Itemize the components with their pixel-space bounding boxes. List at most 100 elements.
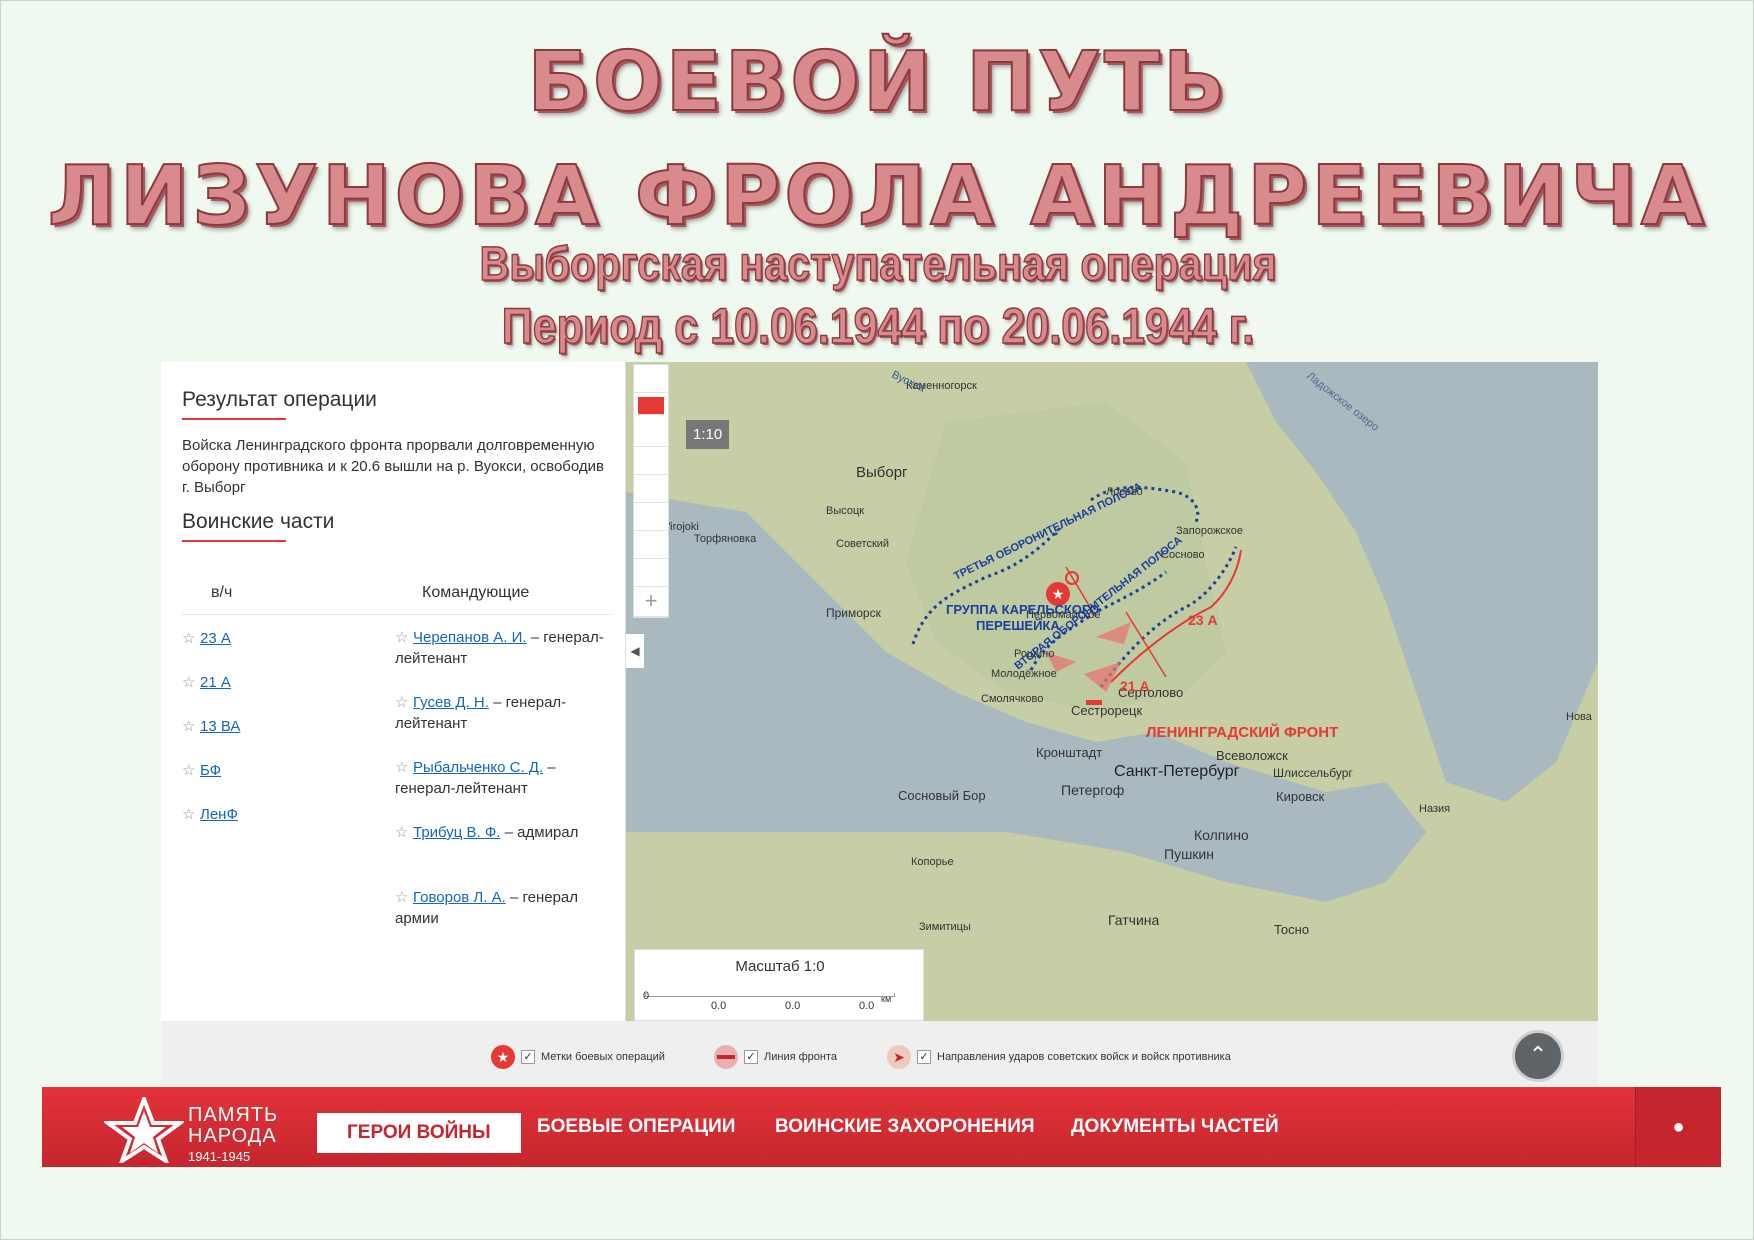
scale-unit: км [881,994,892,1004]
map-label: Тосно [1274,922,1309,937]
collapse-panel-button[interactable]: ◀ [626,634,644,668]
map-label: Запорожское [1176,525,1243,537]
toolbar-slot[interactable] [634,365,668,393]
map-label: Пушкин [1164,846,1214,862]
scale-tick: 0.0 [785,1000,801,1012]
favorite-star-icon[interactable]: ☆ [395,757,413,778]
commander-row: ☆ Гусев Д. Н. – генерал-лейтенант [395,692,567,732]
map-label: Сосновый Бор [898,788,986,803]
unit-link[interactable]: ЛенФ [200,806,238,823]
map-scale: Масштаб 1:0 0 0.0 0.0 0.0 км [634,949,924,1021]
map-label: Сестрорецк [1071,703,1142,718]
units-heading: Воинские части [182,510,334,542]
toolbar-slot[interactable] [634,419,668,447]
map-label: Нова [1566,711,1593,723]
favorite-star-icon[interactable]: ☆ [182,629,200,647]
commander-link[interactable]: Говоров Л. А. [413,889,506,906]
map-label: Гатчина [1108,912,1160,928]
unit-row: ☆ 13 ВА [182,717,240,735]
legend-checkbox[interactable]: ✓ [917,1050,931,1064]
map-label: Шлиссельбург [1273,766,1353,780]
commander-link[interactable]: Рыбальченко С. Д. [413,759,543,776]
scale-tick: 0.0 [711,1000,727,1012]
map-legend: ★ ✓ Метки боевых операций ✓ Линия фронта… [161,1021,1598,1085]
commander-link[interactable]: Трибуц В. Ф. [413,824,500,841]
legend-label: Метки боевых операций [541,1051,665,1063]
zoom-in-button[interactable]: + [634,587,668,617]
toolbar-slot[interactable] [634,475,668,503]
scale-label: Масштаб 1:0 [735,958,825,975]
map-label: ПЕРЕШЕЙКА [976,618,1060,633]
operation-map[interactable]: ★ Каменногорск Вуокса Ладожское озеро Вы… [626,362,1598,1021]
table-divider [182,614,612,615]
timeline-marker[interactable] [638,397,664,415]
map-label: Выборг [856,464,908,481]
nav-documents[interactable]: ДОКУМЕНТЫ ЧАСТЕЙ [1071,1087,1279,1167]
unit-row: ☆ 23 А [182,629,231,647]
page-title-line2: ЛИЗУНОВА ФРОЛА АНДРЕЕВИЧА [47,148,1709,245]
legend-front-line: ✓ Линия фронта [714,1045,837,1069]
favorite-star-icon[interactable]: ☆ [395,822,413,843]
operation-period: Период с 10.06.1944 по 20.06.1944 г. [501,297,1255,355]
toolbar-slot[interactable] [634,559,668,587]
unit-row: ☆ БФ [182,761,221,779]
map-label: Торфяновка [694,533,757,545]
unit-link[interactable]: 13 ВА [200,718,240,735]
commander-rank: адмирал [517,824,579,841]
map-label: Советский [836,538,889,550]
brand-line: НАРОДА [188,1125,277,1147]
legend-checkbox[interactable]: ✓ [521,1050,535,1064]
favorite-star-icon[interactable]: ☆ [395,887,413,908]
map-label: Всеволожск [1216,748,1288,763]
commander-link[interactable]: Гусев Д. Н. [413,694,489,711]
unit-row: ☆ 21 А [182,673,231,691]
map-label: Высоцк [826,505,864,517]
unit-link[interactable]: БФ [200,762,221,779]
nav-operations[interactable]: БОЕВЫЕ ОПЕРАЦИИ [537,1087,735,1167]
unit-link[interactable]: 23 А [200,630,231,647]
favorite-star-icon[interactable]: ☆ [182,761,200,779]
map-label: Колпино [1194,827,1249,843]
map-label: Санкт-Петербург [1114,763,1240,780]
map-toolbar: + [633,364,669,618]
nav-burials[interactable]: ВОИНСКИЕ ЗАХОРОНЕНИЯ [775,1087,1035,1167]
user-icon[interactable]: ● [1635,1087,1721,1167]
result-text: Войска Ленинградского фронта прорвали до… [182,437,604,496]
favorite-star-icon[interactable]: ☆ [395,692,413,713]
toolbar-slot[interactable] [634,531,668,559]
toolbar-slot[interactable] [634,503,668,531]
commander-link[interactable]: Черепанов А. И. [413,629,527,646]
front-line-icon [714,1045,738,1069]
map-label: Петергоф [1061,782,1124,798]
legend-directions: ➤ ✓ Направления ударов советских войск и… [887,1045,1231,1069]
operation-name: Выборгская наступательная операция [479,237,1277,292]
brand-line: ПАМЯТЬ [188,1104,279,1126]
result-heading: Результат операции [182,388,377,420]
map-label: Смолячково [981,693,1043,705]
scale-tick: 0.0 [859,1000,875,1012]
favorite-star-icon[interactable]: ☆ [182,673,200,691]
map-label: Приморск [826,606,882,620]
map-label: Молодёжное [991,668,1057,680]
map-label: 23 А [1188,612,1218,628]
pamyat-naroda-star-icon[interactable] [104,1097,184,1163]
favorite-star-icon[interactable]: ☆ [395,627,413,648]
column-unit-header: в/ч [211,584,233,601]
favorite-star-icon[interactable]: ☆ [182,717,200,735]
map-label: Зимитицы [919,921,971,933]
map-label: Копорье [911,856,954,868]
favorite-star-icon[interactable]: ☆ [182,805,200,823]
map-label: Назия [1419,803,1450,815]
red-star-icon: ★ [491,1045,515,1069]
commander-rank: генерал-лейтенант [395,780,528,797]
scroll-up-button[interactable]: ⌃ [1512,1030,1564,1082]
map-label: Кронштадт [1036,745,1102,760]
commander-row: ☆ Трибуц В. Ф. – адмирал [395,822,579,843]
toolbar-slot[interactable] [634,447,668,475]
brand-name[interactable]: ПАМЯТЬ НАРОДА 1941-1945 [188,1105,278,1167]
map-canvas[interactable]: ★ Каменногорск Вуокса Ладожское озеро Вы… [626,362,1598,1021]
nav-heroes[interactable]: ГЕРОИ ВОЙНЫ [317,1113,521,1153]
timeline-label: 1:10 [686,420,730,449]
legend-checkbox[interactable]: ✓ [744,1050,758,1064]
unit-link[interactable]: 21 А [200,674,231,691]
